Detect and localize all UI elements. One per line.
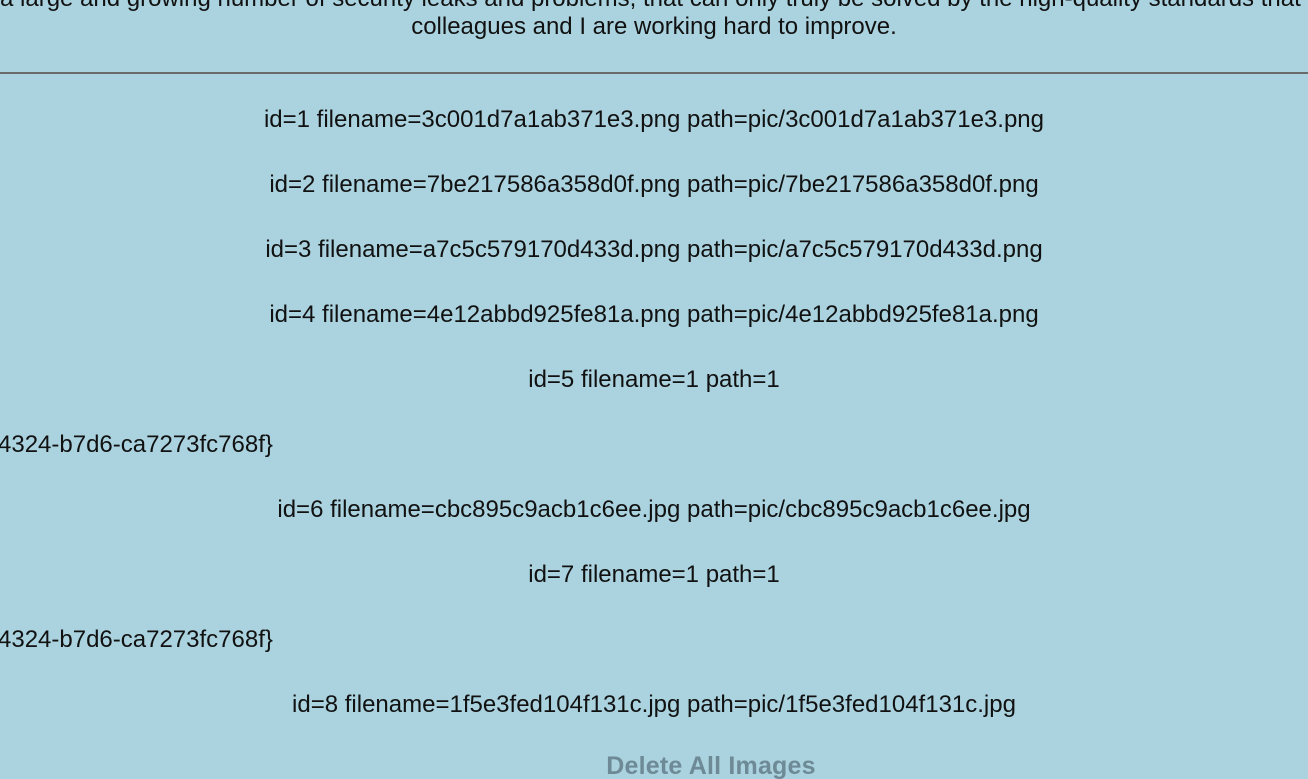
list-item: id=4 filename=4e12abbd925fe81a.png path=… bbox=[269, 301, 1039, 328]
horizontal-divider bbox=[0, 72, 1308, 74]
list-item: id=8 filename=1f5e3fed104f131c.jpg path=… bbox=[292, 691, 1016, 718]
delete-all-images-button[interactable]: Delete All Images bbox=[0, 752, 1308, 779]
list-item: id=2 filename=7be217586a358d0f.png path=… bbox=[269, 171, 1039, 198]
intro-paragraph: a large and growing number of security l… bbox=[0, 0, 1308, 48]
page: a large and growing number of security l… bbox=[0, 0, 1308, 779]
list-item: id=3 filename=a7c5c579170d433d.png path=… bbox=[265, 236, 1043, 263]
list-item-fragment: -4324-b7d6-ca7273fc768f} bbox=[0, 431, 273, 458]
intro-line-2: colleagues and I are working hard to imp… bbox=[411, 13, 897, 40]
list-item: id=5 filename=1 path=1 bbox=[528, 366, 780, 393]
list-item: id=1 filename=3c001d7a1ab371e3.png path=… bbox=[263, 106, 1045, 133]
list-item-fragment: -4324-b7d6-ca7273fc768f} bbox=[0, 626, 273, 653]
list-item: id=6 filename=cbc895c9acb1c6ee.jpg path=… bbox=[277, 496, 1031, 523]
list-item: id=7 filename=1 path=1 bbox=[528, 561, 780, 588]
